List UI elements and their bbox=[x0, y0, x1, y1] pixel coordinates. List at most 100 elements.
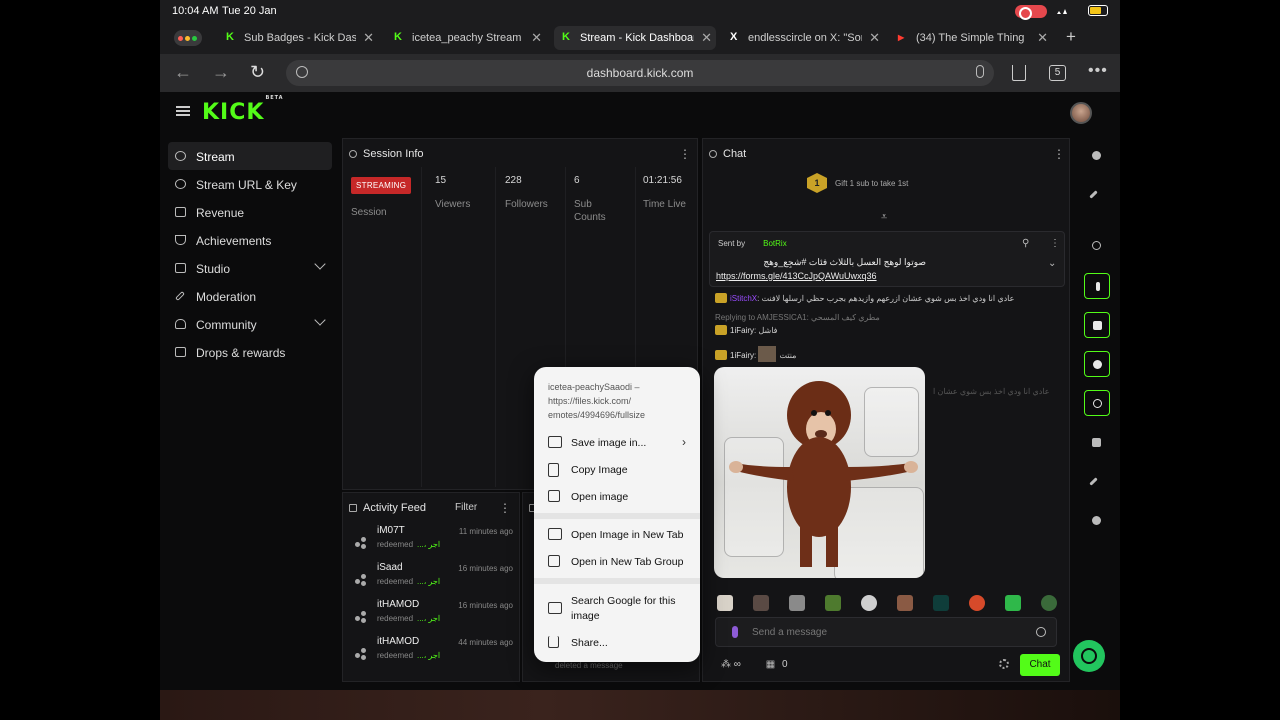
tab-stream-dashboard[interactable]: K Stream - Kick Dashboar ✕ bbox=[554, 26, 716, 50]
save-image-menu-item[interactable]: Save image in... › bbox=[534, 430, 700, 456]
emote-image[interactable] bbox=[758, 346, 777, 362]
chat-username[interactable]: 1iFairy bbox=[730, 326, 754, 335]
broadcast-icon bbox=[175, 151, 186, 161]
info-icon[interactable] bbox=[1084, 143, 1110, 169]
tab-x-post[interactable]: X endlesscircle on X: "Sor ✕ bbox=[722, 26, 884, 50]
emote-icon[interactable] bbox=[789, 595, 805, 611]
context-menu-header: icetea-peachySaaodi – https://files.kick… bbox=[548, 382, 646, 420]
chat-username[interactable]: 1iFairy bbox=[730, 351, 754, 360]
gear-icon[interactable] bbox=[999, 659, 1009, 669]
sidebar-item-stream[interactable]: Stream bbox=[168, 142, 332, 170]
search-google-menu-item[interactable]: Search Google for this image bbox=[534, 593, 700, 625]
microphone-icon[interactable] bbox=[732, 626, 738, 638]
store-icon[interactable]: ▦ bbox=[766, 659, 775, 670]
open-new-tab-group-menu-item[interactable]: Open in New Tab Group bbox=[534, 549, 700, 575]
kebab-menu-icon[interactable]: ⋮ bbox=[1050, 238, 1060, 249]
chat-input[interactable]: Send a message bbox=[715, 617, 1057, 647]
close-tab-icon[interactable]: ✕ bbox=[869, 30, 880, 46]
broadcast-icon[interactable] bbox=[1084, 390, 1110, 416]
emote-icon[interactable] bbox=[753, 595, 769, 611]
layout-icon[interactable] bbox=[1084, 430, 1110, 456]
microphone-icon[interactable] bbox=[976, 65, 984, 78]
menu-icon[interactable] bbox=[176, 106, 190, 116]
pinned-link[interactable]: https://forms.gle/413CcJpQAWuUwxq36 bbox=[716, 271, 877, 281]
points-icon[interactable]: ⁂ bbox=[721, 659, 731, 670]
open-image-new-tab-menu-item[interactable]: Open Image in New Tab bbox=[534, 522, 700, 548]
sidebar-item-studio[interactable]: Studio bbox=[168, 254, 332, 282]
chevron-down-icon[interactable] bbox=[314, 258, 326, 270]
chat-bubble-icon[interactable] bbox=[1084, 351, 1110, 377]
gift-leaderboard[interactable]: 1 Gift 1 sub to take 1st bbox=[807, 173, 908, 193]
emoji-icon[interactable] bbox=[1036, 627, 1046, 637]
send-chat-button[interactable]: Chat bbox=[1020, 654, 1060, 676]
activity-reward: اجر ،‏...‏ bbox=[417, 577, 441, 586]
tab-youtube[interactable]: ▶ (34) The Simple Thing ✕ bbox=[890, 26, 1052, 50]
pinned-message: Sent by BotRix ⚲ ⋮ ⌄ صوتوا لوهج العسل بال… bbox=[709, 231, 1065, 287]
pin-icon[interactable]: ⚲ bbox=[1022, 238, 1029, 249]
status-time: 10:04 AM bbox=[172, 5, 219, 17]
emote-icon[interactable] bbox=[897, 595, 913, 611]
chevron-down-icon[interactable] bbox=[314, 314, 326, 326]
tab-title: Sub Badges - Kick Dash bbox=[244, 32, 356, 44]
share-icon[interactable] bbox=[1012, 65, 1026, 81]
wrench-icon[interactable] bbox=[1084, 469, 1110, 495]
tab-icetea-stream[interactable]: K icetea_peachy Stream - ✕ bbox=[386, 26, 546, 50]
reload-icon[interactable]: ↻ bbox=[250, 62, 265, 83]
support-chat-button[interactable] bbox=[1073, 640, 1105, 672]
filter-button[interactable]: Filter bbox=[455, 502, 477, 513]
tab-title: (34) The Simple Thing bbox=[916, 32, 1025, 44]
chevron-down-icon[interactable]: ⌄ bbox=[1048, 258, 1056, 269]
activity-action: redeemed bbox=[377, 540, 414, 549]
community-icon[interactable] bbox=[1084, 508, 1110, 534]
more-icon[interactable]: ••• bbox=[1088, 62, 1108, 80]
close-tab-icon[interactable]: ✕ bbox=[363, 30, 374, 46]
notes-icon[interactable] bbox=[1084, 312, 1110, 338]
panel-title: Session Info bbox=[363, 148, 424, 160]
close-tab-icon[interactable]: ✕ bbox=[531, 30, 542, 46]
window-controls[interactable] bbox=[174, 30, 202, 46]
open-image-menu-item[interactable]: Open image bbox=[534, 484, 700, 510]
emote-icon[interactable] bbox=[825, 595, 841, 611]
chat-username[interactable]: iStitchX bbox=[730, 294, 757, 303]
kebab-menu-icon[interactable]: ⋮ bbox=[1053, 147, 1065, 161]
sidebar-item-label: Revenue bbox=[196, 206, 245, 220]
close-tab-icon[interactable]: ✕ bbox=[701, 30, 712, 46]
kebab-menu-icon[interactable]: ⋮ bbox=[499, 501, 511, 515]
forward-icon[interactable]: → bbox=[212, 62, 230, 83]
reward-icon bbox=[355, 574, 367, 586]
address-bar[interactable]: dashboard.kick.com bbox=[286, 60, 994, 86]
sidebar-item-community[interactable]: Community bbox=[168, 310, 332, 338]
emote-icon[interactable] bbox=[861, 595, 877, 611]
tab-overview-button[interactable]: 5 bbox=[1049, 65, 1066, 81]
share-icon bbox=[548, 636, 559, 648]
chat-message: 1iFairy: منتت bbox=[715, 346, 796, 362]
activity-detail: redeemed اجر ،‏...‏ bbox=[377, 614, 440, 623]
collapse-icon[interactable]: ⩡ bbox=[881, 211, 887, 224]
sidebar-item-moderation[interactable]: Moderation bbox=[168, 282, 332, 310]
back-icon[interactable]: ← bbox=[174, 62, 192, 83]
sidebar-item-achievements[interactable]: Achievements bbox=[168, 226, 332, 254]
sidebar-item-stream-url-key[interactable]: Stream URL & Key bbox=[168, 170, 332, 198]
close-tab-icon[interactable]: ✕ bbox=[1037, 30, 1048, 46]
activity-detail: redeemed اجر ،‏...‏ bbox=[377, 577, 440, 586]
avatar[interactable] bbox=[1070, 102, 1092, 124]
emote-icon[interactable] bbox=[1005, 595, 1021, 611]
emote-icon[interactable] bbox=[1041, 595, 1057, 611]
emote-icon[interactable] bbox=[717, 595, 733, 611]
edit-icon[interactable] bbox=[1084, 182, 1110, 208]
lightning-icon[interactable] bbox=[1084, 273, 1110, 299]
kebab-menu-icon[interactable]: ⋮ bbox=[679, 147, 691, 161]
copy-image-menu-item[interactable]: Copy Image bbox=[534, 457, 700, 483]
emote-icon[interactable] bbox=[969, 595, 985, 611]
new-tab-button[interactable]: + bbox=[1060, 28, 1082, 48]
tab-sub-badges[interactable]: K Sub Badges - Kick Dash ✕ bbox=[218, 26, 378, 50]
emote-icon[interactable] bbox=[933, 595, 949, 611]
share-menu-item[interactable]: Share... bbox=[534, 630, 700, 656]
community-icon bbox=[175, 319, 186, 329]
target-icon[interactable] bbox=[1084, 233, 1110, 259]
emote-image-preview bbox=[714, 367, 925, 578]
sidebar-item-revenue[interactable]: Revenue bbox=[168, 198, 332, 226]
kick-favicon-icon: K bbox=[562, 31, 570, 43]
sidebar-item-drops-rewards[interactable]: Drops & rewards bbox=[168, 338, 332, 366]
kick-logo[interactable]: KICKBETA bbox=[202, 95, 283, 125]
